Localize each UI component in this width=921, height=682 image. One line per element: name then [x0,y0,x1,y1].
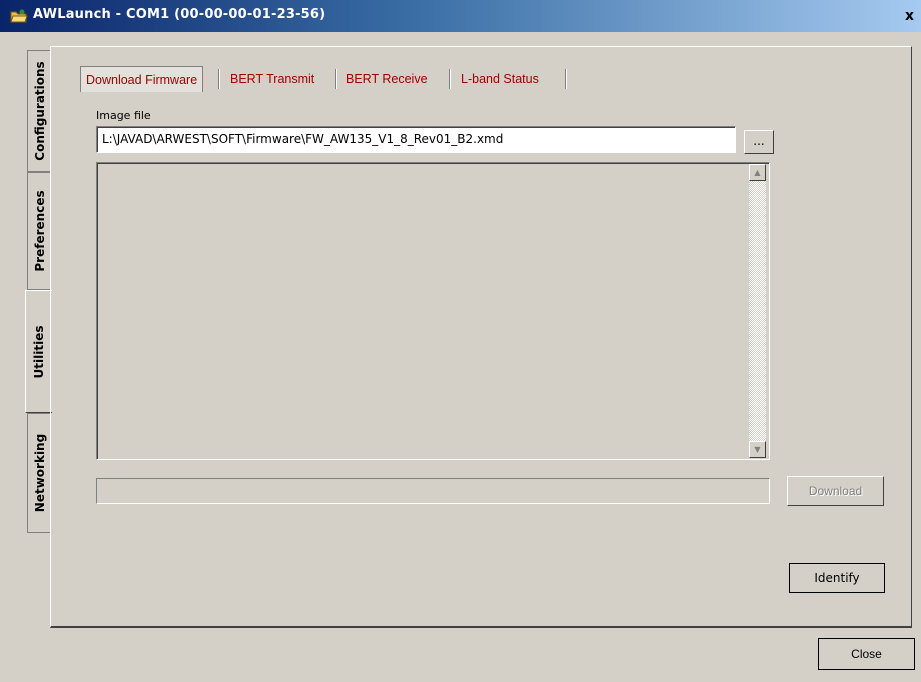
identify-button[interactable]: Identify [789,563,885,593]
tab-separator [335,69,337,89]
side-tab-label: Configurations [32,61,47,161]
firmware-log-area[interactable]: ▲ ▼ [96,162,770,460]
title-bar[interactable]: AWLaunch - COM1 (00-00-00-01-23-56) x [0,0,921,32]
side-tab-configurations[interactable]: Configurations [27,50,51,172]
tab-separator [218,69,220,89]
close-window-icon[interactable]: x [905,7,921,25]
image-file-label: Image file [96,109,151,122]
scroll-down-arrow-icon[interactable]: ▼ [749,441,766,458]
side-tab-label: Networking [32,433,47,513]
side-tab-utilities[interactable]: Utilities [25,290,52,413]
close-button[interactable]: Close [818,638,915,670]
browse-button[interactable]: ... [744,130,774,154]
awlaunch-window: AWLaunch - COM1 (00-00-00-01-23-56) x Co… [0,0,921,682]
side-tab-preferences[interactable]: Preferences [27,172,51,290]
tab-separator [565,69,567,89]
tab-bert-transmit[interactable]: BERT Transmit [230,66,314,92]
folder-app-icon [10,9,28,23]
side-tab-label: Preferences [32,190,47,272]
tab-separator [449,69,451,89]
download-progress-bar [96,478,770,504]
tab-bert-receive[interactable]: BERT Receive [346,66,428,92]
side-tab-label: Utilities [32,325,46,378]
tab-download-firmware[interactable]: Download Firmware [80,66,204,92]
log-scrollbar[interactable]: ▲ ▼ [749,164,766,458]
side-tab-networking[interactable]: Networking [27,413,51,533]
download-button[interactable]: Download [787,476,884,506]
scroll-up-arrow-icon[interactable]: ▲ [749,164,766,181]
window-title: AWLaunch - COM1 (00-00-00-01-23-56) [33,7,326,22]
image-file-input[interactable]: L:\JAVAD\ARWEST\SOFT\Firmware\FW_AW135_V… [96,126,736,153]
tab-l-band-status[interactable]: L-band Status [461,66,539,92]
